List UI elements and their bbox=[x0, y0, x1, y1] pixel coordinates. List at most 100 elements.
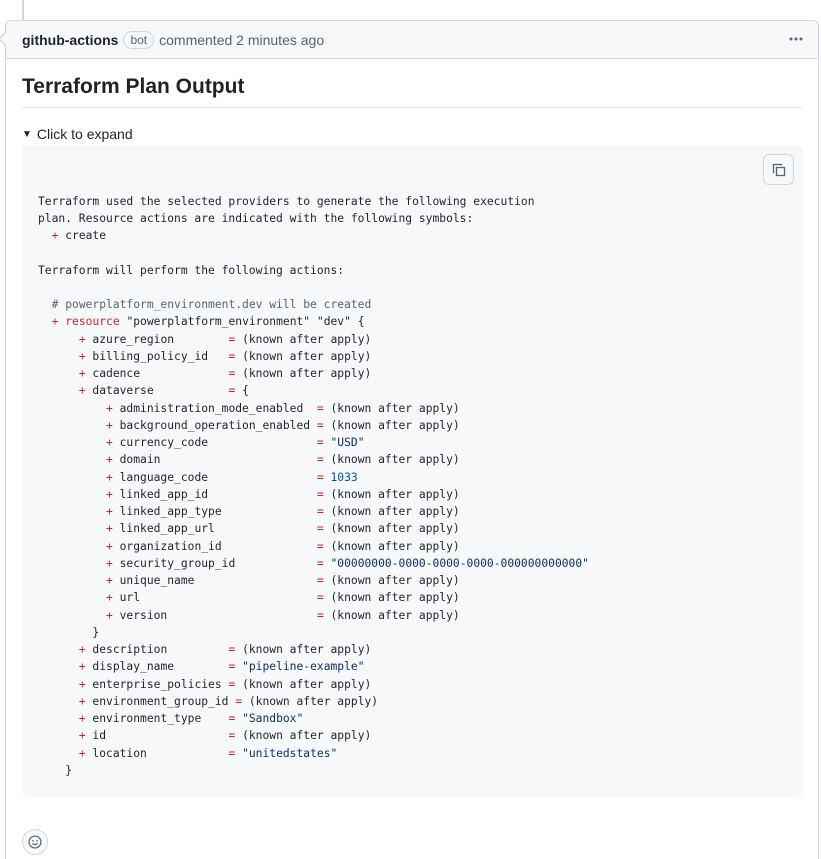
code-token: organization_id bbox=[112, 539, 317, 553]
code-token: + bbox=[106, 453, 113, 467]
code-line: Terraform used the selected providers to… bbox=[38, 193, 787, 210]
code-token: + bbox=[106, 505, 113, 518]
code-line: + background_operation_enabled = (known … bbox=[38, 417, 787, 434]
code-token: linked_app_id bbox=[112, 487, 317, 501]
code-token: background_operation_enabled bbox=[112, 418, 317, 432]
code-token: (known after apply) bbox=[235, 729, 372, 743]
code-token: + bbox=[106, 401, 113, 415]
code-token: "USD" bbox=[330, 436, 365, 449]
comment-meta[interactable]: commented 2 minutes ago bbox=[159, 32, 324, 48]
code-token: = bbox=[316, 453, 324, 467]
code-token: (known after apply) bbox=[323, 487, 460, 501]
code-line: + currency_code = "USD" bbox=[38, 434, 787, 451]
timeline-line bbox=[22, 0, 24, 20]
code-token: resource bbox=[65, 315, 120, 329]
code-line: Terraform will perform the following act… bbox=[38, 262, 787, 279]
copy-button[interactable] bbox=[763, 154, 794, 185]
code-token: { bbox=[235, 384, 249, 398]
code-token: + bbox=[78, 694, 86, 708]
code-token: (known after apply) bbox=[323, 453, 460, 467]
code-token: = bbox=[316, 436, 324, 449]
code-token: = bbox=[316, 556, 324, 570]
code-line: + organization_id = (known after apply) bbox=[38, 538, 787, 555]
code-token: = bbox=[316, 608, 324, 622]
code-token: + bbox=[106, 608, 113, 622]
code-line: Plan: 1 to add, 0 to change, 0 to destro… bbox=[38, 796, 787, 797]
bot-badge: bot bbox=[123, 30, 155, 49]
code-token: plan. Resource actions are indicated wit… bbox=[38, 211, 474, 225]
add-reaction-button[interactable] bbox=[22, 829, 48, 855]
code-token: + bbox=[106, 487, 113, 501]
comment-title: Terraform Plan Output bbox=[22, 75, 802, 108]
code-token: dataverse bbox=[85, 384, 229, 398]
details-summary[interactable]: ▼ Click to expand bbox=[22, 126, 802, 142]
code-token: environment_type bbox=[85, 712, 229, 725]
code-token: + bbox=[78, 712, 86, 725]
code-line: + domain = (known after apply) bbox=[38, 451, 787, 468]
author-link[interactable]: github-actions bbox=[22, 32, 118, 48]
code-token: (known after apply) bbox=[235, 643, 372, 656]
code-token: azure_region bbox=[85, 332, 229, 346]
code-token: 1033 bbox=[330, 470, 358, 484]
code-token: display_name bbox=[85, 660, 229, 674]
code-line: ​ bbox=[38, 244, 787, 261]
code-token: + bbox=[78, 660, 86, 674]
code-line: + azure_region = (known after apply) bbox=[38, 331, 787, 348]
code-token: enterprise_policies bbox=[85, 677, 229, 691]
comment-header: github-actions bot commented 2 minutes a… bbox=[0, 21, 818, 59]
kebab-horizontal-icon[interactable] bbox=[784, 29, 808, 49]
code-line: + environment_group_id = (known after ap… bbox=[38, 693, 787, 710]
code-token: cadence bbox=[85, 367, 229, 380]
code-token: + bbox=[106, 522, 113, 536]
code-token: Terraform will perform the following act… bbox=[38, 263, 345, 277]
code-token: (known after apply) bbox=[323, 608, 460, 622]
plan-code-block: Terraform used the selected providers to… bbox=[22, 145, 803, 797]
code-line: } bbox=[38, 762, 787, 779]
code-token: + bbox=[106, 591, 113, 605]
code-line: + version = (known after apply) bbox=[38, 607, 787, 624]
code-line: + resource "powerplatform_environment" "… bbox=[38, 313, 787, 330]
comment-body: Terraform Plan Output ▼ Click to expand … bbox=[6, 59, 818, 797]
code-content: Terraform used the selected providers to… bbox=[38, 193, 787, 798]
code-line: + language_code = 1033 bbox=[38, 469, 787, 486]
copy-icon bbox=[772, 163, 786, 177]
code-token: "Sandbox" bbox=[242, 712, 304, 725]
code-token: "00000000-0000-0000-0000-000000000000" bbox=[330, 556, 589, 570]
code-line: + security_group_id = "00000000-0000-000… bbox=[38, 555, 787, 572]
code-token: } bbox=[38, 763, 73, 777]
code-token: + bbox=[106, 574, 113, 587]
triangle-down-icon: ▼ bbox=[22, 128, 32, 140]
code-token: = bbox=[316, 505, 324, 518]
code-line: + dataverse = { bbox=[38, 382, 787, 399]
comment-card: github-actions bot commented 2 minutes a… bbox=[0, 20, 819, 859]
code-line: + display_name = "pipeline-example" bbox=[38, 658, 787, 675]
code-line: + unique_name = (known after apply) bbox=[38, 572, 787, 589]
code-token: create bbox=[58, 229, 107, 242]
code-token: linked_app_type bbox=[112, 505, 317, 518]
code-line: + location = "unitedstates" bbox=[38, 745, 787, 762]
code-token: (known after apply) bbox=[323, 522, 460, 536]
code-token: (known after apply) bbox=[323, 591, 460, 605]
code-token: (known after apply) bbox=[235, 367, 372, 380]
code-line: + linked_app_id = (known after apply) bbox=[38, 486, 787, 503]
code-token: = bbox=[316, 401, 324, 415]
code-token: + bbox=[106, 470, 113, 484]
code-token: } bbox=[38, 625, 100, 639]
code-token: security_group_id bbox=[112, 556, 317, 570]
